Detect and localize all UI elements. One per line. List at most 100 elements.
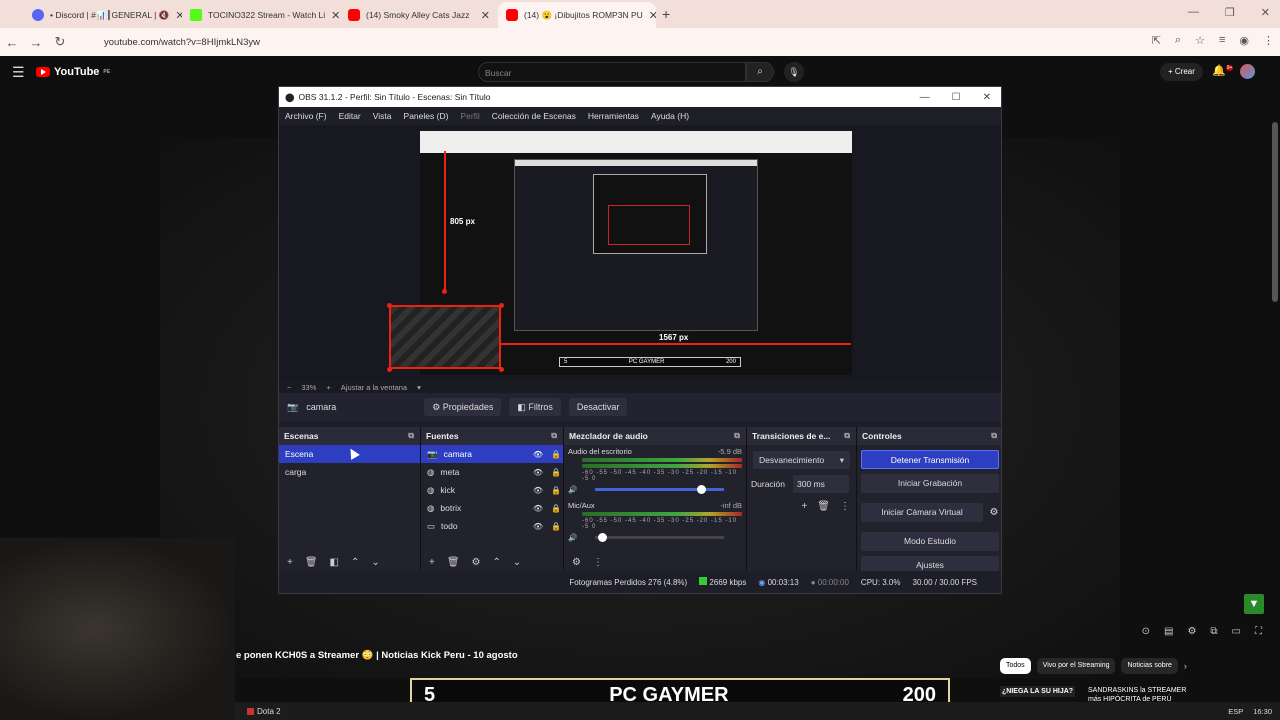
close-icon[interactable]: ✕ <box>481 9 490 22</box>
transform-handle[interactable] <box>387 367 392 372</box>
lock-icon[interactable]: 🔒 <box>549 522 563 531</box>
lock-icon[interactable]: 🔒 <box>549 486 563 495</box>
forward-icon[interactable]: → <box>24 35 48 50</box>
eye-icon[interactable]: 👁 <box>533 468 543 477</box>
source-item-todo[interactable]: ▭ todo 👁 🔒 <box>421 517 563 535</box>
slider-knob[interactable] <box>597 533 607 542</box>
browser-tab-youtube-jazz[interactable]: (14) Smoky Alley Cats Jazz ✕ <box>340 2 498 28</box>
menu-editar[interactable]: Editar <box>339 111 361 121</box>
settings-gear-icon[interactable]: ⚙ <box>1187 626 1196 637</box>
menu-herramientas[interactable]: Herramientas <box>588 111 639 121</box>
zoom-in-icon[interactable]: + <box>326 383 330 392</box>
tray-lang[interactable]: ESP <box>1228 707 1243 716</box>
kick-extension-icon[interactable]: ▼ <box>1244 594 1264 614</box>
fullscreen-icon[interactable]: ⛶ <box>1255 626 1262 637</box>
trash-icon[interactable]: 🗑 <box>817 501 830 512</box>
close-icon[interactable]: ✕ <box>1261 6 1270 19</box>
duration-input[interactable]: 300 ms <box>793 475 850 493</box>
youtube-logo[interactable]: YouTube PE <box>36 66 110 78</box>
stop-streaming-button[interactable]: Detener Transmisión <box>861 450 999 469</box>
volume-slider[interactable] <box>595 533 724 542</box>
source-item-meta[interactable]: ◍ meta 👁 🔒 <box>421 463 563 481</box>
lock-icon[interactable]: 🔒 <box>549 450 563 459</box>
slider-knob[interactable] <box>696 485 706 494</box>
eye-icon[interactable]: 👁 <box>533 504 543 513</box>
chip-vivo-streaming[interactable]: Vivo por el Streaming <box>1036 658 1116 674</box>
studio-mode-button[interactable]: Modo Estudio <box>861 532 999 551</box>
properties-button[interactable]: ⚙ Propiedades <box>424 398 502 416</box>
transform-handle[interactable] <box>387 303 392 308</box>
browser-tab-youtube-active[interactable]: (14) 😮 ¡Dibujitos ROMP3N PU ✕ <box>498 2 656 28</box>
browser-tab-kick[interactable]: TOCINO322 Stream - Watch Li ✕ <box>182 2 340 28</box>
reload-icon[interactable]: ↻ <box>48 34 72 50</box>
close-icon[interactable]: ✕ <box>175 9 182 22</box>
minimize-icon[interactable]: — <box>1188 6 1199 19</box>
dock-float-icon[interactable]: ⧉ <box>551 431 557 441</box>
tray-clock[interactable]: 16:30 <box>1253 707 1272 716</box>
taskbar-app-dota[interactable]: Dota 2 <box>247 707 281 716</box>
source-item-botrix[interactable]: ◍ botrix 👁 🔒 <box>421 499 563 517</box>
gear-icon[interactable]: ⚙ <box>985 507 1001 518</box>
obs-preview[interactable]: 805 px 1567 px 5 PC GAYMER 200 <box>279 125 1001 381</box>
minimize-icon[interactable]: — <box>920 92 930 103</box>
close-icon[interactable]: ✕ <box>983 92 991 103</box>
deactivate-button[interactable]: Desactivar <box>568 398 628 416</box>
speaker-icon[interactable]: 🔊 <box>568 485 577 494</box>
eye-icon[interactable]: 👁 <box>533 522 543 531</box>
close-icon[interactable]: ✕ <box>331 9 340 22</box>
voice-search-button[interactable]: 🎙 <box>784 62 804 82</box>
fit-window-label[interactable]: Ajustar a la ventana <box>341 383 407 392</box>
filter-icon[interactable]: ◧ <box>330 557 339 568</box>
theater-mode-icon[interactable]: ▭ <box>1232 626 1241 637</box>
transition-select[interactable]: Desvanecimiento <box>753 451 850 469</box>
miniplayer-icon[interactable]: ⧉ <box>1210 626 1217 637</box>
zoom-icon[interactable]: ⌕ <box>1175 34 1181 47</box>
recommended-thumb-text[interactable]: ¿NIEGA LA SU HIJA? <box>1000 686 1076 697</box>
search-button[interactable]: ⌕ <box>746 62 774 82</box>
menu-vista[interactable]: Vista <box>373 111 392 121</box>
back-icon[interactable]: ← <box>0 35 24 50</box>
chip-noticias[interactable]: Noticias sobre <box>1121 658 1178 674</box>
page-scrollbar[interactable] <box>1272 122 1278 302</box>
chevron-right-icon[interactable]: › <box>1184 658 1187 674</box>
autoplay-toggle[interactable]: ⊙ <box>1142 626 1150 637</box>
new-tab-button[interactable]: + <box>662 6 670 22</box>
transform-handle[interactable] <box>499 303 504 308</box>
dock-float-icon[interactable]: ⧉ <box>408 431 414 441</box>
profile-icon[interactable]: ◉ <box>1239 34 1249 47</box>
move-down-icon[interactable]: ⌄ <box>371 557 379 568</box>
bookmark-star-icon[interactable]: ☆ <box>1195 34 1205 47</box>
menu-perfil[interactable]: Perfil <box>460 111 479 121</box>
maximize-icon[interactable]: ☐ <box>952 92 961 103</box>
menu-paneles[interactable]: Paneles (D) <box>404 111 449 121</box>
move-up-icon[interactable]: ⌃ <box>493 557 501 568</box>
move-up-icon[interactable]: ⌃ <box>351 557 359 568</box>
browser-tab-discord[interactable]: • Discord | #📊┃GENERAL | 🔇 ✕ <box>24 2 182 28</box>
eye-icon[interactable]: 👁 <box>533 486 543 495</box>
add-icon[interactable]: + <box>801 501 807 512</box>
filters-button[interactable]: ◧ Filtros <box>509 398 561 416</box>
zoom-out-icon[interactable]: − <box>287 383 291 392</box>
trash-icon[interactable]: 🗑 <box>305 557 318 568</box>
create-button[interactable]: + Crear <box>1160 63 1203 81</box>
transform-handle[interactable] <box>442 289 447 294</box>
install-icon[interactable]: ⇱ <box>1152 34 1161 47</box>
menu-icon[interactable]: ⋮ <box>840 501 850 512</box>
subtitles-icon[interactable]: ▤ <box>1164 626 1173 637</box>
dock-float-icon[interactable]: ⧉ <box>734 431 740 441</box>
add-icon[interactable]: + <box>429 557 435 568</box>
tab-search-icon[interactable]: ≡ <box>1219 34 1225 47</box>
search-input[interactable]: Buscar <box>478 62 746 82</box>
dock-float-icon[interactable]: ⧉ <box>991 431 997 441</box>
gear-icon[interactable]: ⚙ <box>472 557 481 568</box>
maximize-icon[interactable]: ❐ <box>1225 6 1235 19</box>
close-icon[interactable]: ✕ <box>649 9 656 22</box>
start-virtual-camera-button[interactable]: Iniciar Cámara Virtual <box>861 503 983 522</box>
lock-icon[interactable]: 🔒 <box>549 468 563 477</box>
eye-icon[interactable]: 👁 <box>533 450 543 459</box>
dock-float-icon[interactable]: ⧉ <box>844 431 850 441</box>
start-recording-button[interactable]: Iniciar Grabación <box>861 474 999 493</box>
chip-todos[interactable]: Todos <box>1000 658 1031 674</box>
speaker-icon[interactable]: 🔊 <box>568 533 577 542</box>
url-input[interactable]: youtube.com/watch?v=8HIjmkLN3yw <box>80 31 1124 53</box>
